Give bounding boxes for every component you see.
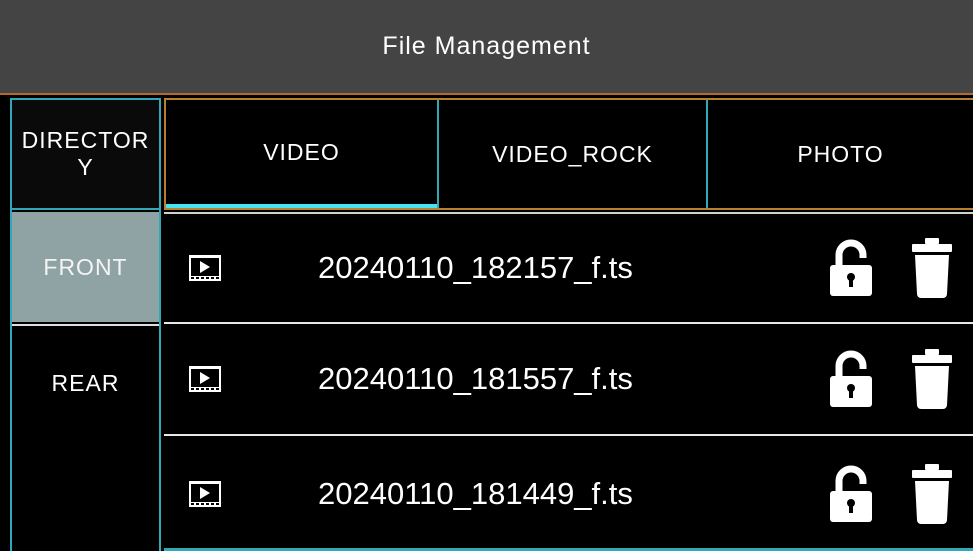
file-name: 20240110_181557_f.ts — [318, 361, 633, 396]
video-file-icon — [189, 366, 221, 392]
trash-icon[interactable] — [912, 464, 952, 524]
directory-list: FRONT REAR — [10, 210, 161, 551]
unlock-icon[interactable] — [828, 350, 874, 408]
directory-header-label: DIRECTORY — [21, 127, 150, 180]
page-title: File Management — [382, 32, 591, 60]
tab-video[interactable]: VIDEO — [166, 100, 437, 208]
tab-label: VIDEO_ROCK — [492, 140, 653, 167]
video-file-icon — [189, 255, 221, 281]
directory-item-label: REAR — [51, 370, 120, 396]
tab-video-rock[interactable]: VIDEO_ROCK — [437, 100, 708, 208]
file-management-screen: File Management DIRECTORY FRONT REAR VID… — [0, 0, 973, 551]
trash-icon[interactable] — [912, 349, 952, 409]
tab-label: PHOTO — [797, 140, 884, 167]
unlock-icon[interactable] — [828, 239, 874, 297]
directory-item-rear[interactable]: REAR — [12, 324, 159, 432]
directory-header: DIRECTORY — [10, 98, 161, 210]
title-bar: File Management — [0, 0, 973, 95]
file-type-tabs: VIDEO VIDEO_ROCK PHOTO — [164, 98, 973, 210]
file-name: 20240110_181449_f.ts — [318, 476, 633, 511]
file-row[interactable]: 20240110_181449_f.ts — [164, 438, 973, 550]
tab-label: VIDEO — [263, 138, 340, 165]
directory-item-label: FRONT — [43, 253, 128, 280]
file-list: 20240110_182157_f.ts 20240110_181557_f.t… — [164, 210, 973, 551]
trash-icon[interactable] — [912, 238, 952, 298]
directory-item-front[interactable]: FRONT — [12, 212, 159, 322]
video-file-icon — [189, 481, 221, 507]
file-row[interactable]: 20240110_182157_f.ts — [164, 212, 973, 324]
tab-photo[interactable]: PHOTO — [708, 100, 973, 208]
unlock-icon[interactable] — [828, 465, 874, 523]
file-row[interactable]: 20240110_181557_f.ts — [164, 324, 973, 436]
file-name: 20240110_182157_f.ts — [318, 250, 633, 285]
